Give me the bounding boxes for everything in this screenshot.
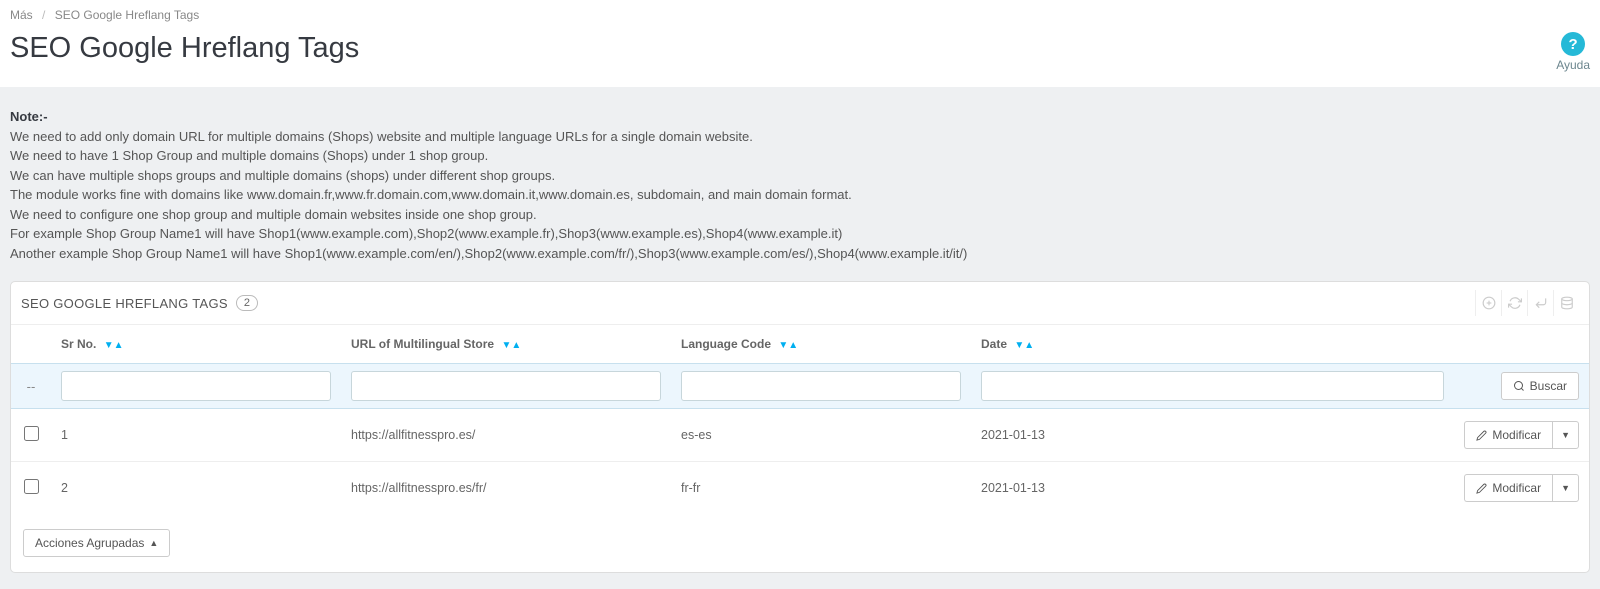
data-table: Sr No. ▼▲ URL of Multilingual Store ▼▲ L…	[11, 325, 1589, 514]
sql-icon[interactable]	[1527, 290, 1553, 316]
modify-button[interactable]: Modificar	[1464, 421, 1552, 449]
panel-actions	[1475, 290, 1579, 316]
pencil-icon	[1476, 430, 1487, 441]
note-line: We need to have 1 Shop Group and multipl…	[10, 148, 488, 163]
modify-dropdown[interactable]: ▼	[1552, 474, 1579, 502]
row-checkbox[interactable]	[24, 426, 39, 441]
panel-count-badge: 2	[236, 295, 258, 311]
cell-date: 2021-01-13	[971, 462, 1454, 515]
add-icon[interactable]	[1475, 290, 1501, 316]
filter-spacer: --	[11, 364, 51, 409]
panel-title-text: SEO GOOGLE HREFLANG TAGS	[21, 296, 228, 311]
sort-icon[interactable]: ▼▲	[501, 340, 521, 351]
note-box: Note:- We need to add only domain URL fo…	[10, 97, 1590, 281]
table-row: 2 https://allfitnesspro.es/fr/ fr-fr 202…	[11, 462, 1589, 515]
column-header-date[interactable]: Date ▼▲	[971, 325, 1454, 364]
note-line: For example Shop Group Name1 will have S…	[10, 226, 842, 241]
note-line: We can have multiple shops groups and mu…	[10, 168, 555, 183]
export-icon[interactable]	[1553, 290, 1579, 316]
note-line: We need to add only domain URL for multi…	[10, 129, 753, 144]
sort-icon[interactable]: ▼▲	[1014, 340, 1034, 351]
bulk-actions-button[interactable]: Acciones Agrupadas ▲	[23, 529, 170, 557]
cell-sr: 1	[51, 409, 341, 462]
cell-url: https://allfitnesspro.es/fr/	[341, 462, 671, 515]
refresh-icon[interactable]	[1501, 290, 1527, 316]
caret-down-icon: ▼	[1561, 483, 1570, 493]
filter-url-input[interactable]	[351, 371, 661, 401]
breadcrumb-current: SEO Google Hreflang Tags	[55, 8, 200, 22]
help-button[interactable]: ? Ayuda	[1556, 32, 1590, 72]
cell-lang: fr-fr	[671, 462, 971, 515]
column-header-url[interactable]: URL of Multilingual Store ▼▲	[341, 325, 671, 364]
breadcrumb-parent[interactable]: Más	[10, 8, 33, 22]
note-line: Another example Shop Group Name1 will ha…	[10, 246, 967, 261]
help-label: Ayuda	[1556, 58, 1590, 72]
panel-main: SEO GOOGLE HREFLANG TAGS 2	[10, 281, 1590, 573]
breadcrumb: Más / SEO Google Hreflang Tags	[10, 8, 1590, 22]
table-row: 1 https://allfitnesspro.es/ es-es 2021-0…	[11, 409, 1589, 462]
search-icon	[1513, 380, 1525, 392]
modify-button[interactable]: Modificar	[1464, 474, 1552, 502]
filter-date-input[interactable]	[981, 371, 1444, 401]
pencil-icon	[1476, 483, 1487, 494]
filter-sr-input[interactable]	[61, 371, 331, 401]
search-button[interactable]: Buscar	[1501, 372, 1579, 400]
cell-date: 2021-01-13	[971, 409, 1454, 462]
filter-lang-input[interactable]	[681, 371, 961, 401]
row-checkbox[interactable]	[24, 479, 39, 494]
panel-title: SEO GOOGLE HREFLANG TAGS 2	[21, 295, 258, 311]
note-line: We need to configure one shop group and …	[10, 207, 537, 222]
sort-icon[interactable]: ▼▲	[778, 340, 798, 351]
sort-icon[interactable]: ▼▲	[104, 340, 124, 351]
page-title: SEO Google Hreflang Tags	[10, 32, 359, 65]
note-line: The module works fine with domains like …	[10, 187, 852, 202]
cell-lang: es-es	[671, 409, 971, 462]
column-header-lang[interactable]: Language Code ▼▲	[671, 325, 971, 364]
modify-dropdown[interactable]: ▼	[1552, 421, 1579, 449]
caret-down-icon: ▼	[1561, 430, 1570, 440]
cell-sr: 2	[51, 462, 341, 515]
breadcrumb-separator: /	[42, 8, 45, 22]
note-title: Note:-	[10, 109, 48, 124]
caret-up-icon: ▲	[149, 538, 158, 548]
column-header-sr[interactable]: Sr No. ▼▲	[51, 325, 341, 364]
cell-url: https://allfitnesspro.es/	[341, 409, 671, 462]
help-icon: ?	[1561, 32, 1585, 56]
